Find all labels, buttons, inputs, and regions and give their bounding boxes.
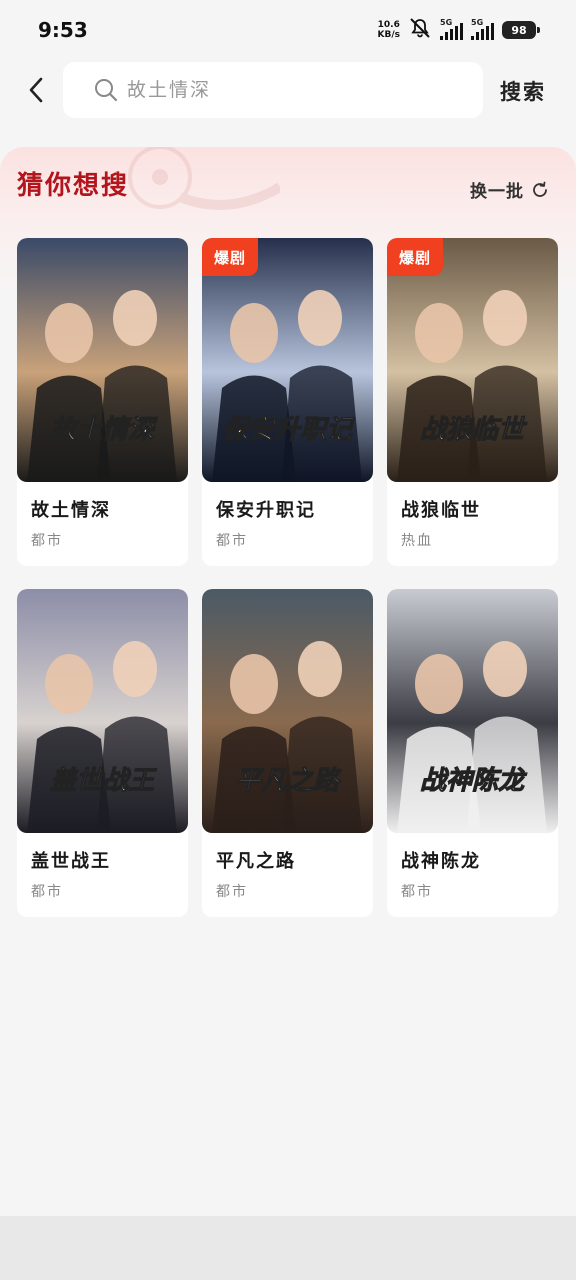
drama-poster: 平凡之路 — [202, 589, 373, 833]
drama-genre: 都市 — [31, 884, 63, 900]
poster-title-art: 战狼临世 — [420, 415, 528, 445]
network-speed: 10.6 KB/s — [378, 20, 400, 40]
drama-card[interactable]: 平凡之路 平凡之路 都市 — [202, 589, 373, 917]
search-icon — [95, 79, 118, 102]
back-button[interactable] — [20, 72, 52, 108]
status-time: 9:53 — [38, 18, 88, 42]
section-title: 猜你想搜 — [17, 171, 130, 201]
drama-title: 战神陈龙 — [401, 851, 481, 872]
poster-title-art: 战神陈龙 — [420, 766, 528, 796]
drama-genre: 热血 — [401, 533, 433, 549]
drama-title: 平凡之路 — [216, 851, 296, 872]
drama-genre: 都市 — [31, 533, 63, 549]
status-bar: 9:53 10.6 KB/s 5G 5G 98 — [0, 0, 576, 60]
poster-title-art: 盖世战王 — [50, 766, 157, 796]
search-button[interactable]: 搜索 — [500, 76, 546, 106]
sim2-label: 5G — [471, 18, 484, 27]
drama-title: 战狼临世 — [401, 500, 481, 521]
poster-artwork: 平凡之路 — [202, 589, 373, 833]
search-input[interactable] — [127, 79, 427, 101]
network-speed-unit: KB/s — [377, 30, 400, 40]
status-icons: 10.6 KB/s 5G 5G 98 — [378, 17, 540, 43]
search-header: 搜索 — [0, 62, 576, 118]
battery-level: 98 — [511, 23, 527, 37]
refresh-label: 换一批 — [470, 182, 524, 202]
refresh-icon — [533, 181, 547, 197]
poster-artwork: 战神陈龙 — [387, 589, 558, 833]
drama-genre: 都市 — [401, 884, 433, 900]
drama-genre: 都市 — [216, 884, 248, 900]
drama-card[interactable]: 战狼临世 爆剧战狼临世热血 — [387, 238, 558, 566]
drama-card[interactable]: 战神陈龙 战神陈龙 都市 — [387, 589, 558, 917]
drama-poster: 故土情深 — [17, 238, 188, 482]
drama-title: 故土情深 — [31, 500, 111, 521]
drama-card[interactable]: 保安升职记 爆剧保安升职记都市 — [202, 238, 373, 566]
network-speed-value: 10.6 — [377, 20, 400, 30]
drama-card[interactable]: 盖世战王 盖世战王 都市 — [17, 589, 188, 917]
drama-title: 盖世战王 — [31, 851, 111, 872]
poster-title-art: 保安升职记 — [222, 415, 355, 445]
poster-artwork: 盖世战王 — [17, 589, 188, 833]
drama-poster: 盖世战王 — [17, 589, 188, 833]
film-reel-decoration — [128, 147, 280, 210]
signal-sim2-icon: 5G — [471, 18, 494, 40]
drama-title: 保安升职记 — [216, 500, 316, 521]
sim1-label: 5G — [440, 18, 453, 27]
battery-icon: 98 — [502, 21, 540, 39]
refresh-batch-button[interactable]: 换一批 — [470, 177, 550, 202]
drama-card[interactable]: 故土情深 故土情深 都市 — [17, 238, 188, 566]
signal-sim1-icon: 5G — [440, 18, 463, 40]
chevron-left-icon — [29, 77, 43, 103]
hot-badge: 爆剧 — [387, 238, 443, 276]
poster-title-art: 平凡之路 — [235, 766, 342, 796]
search-box[interactable] — [63, 62, 483, 118]
bottom-bar — [0, 1216, 576, 1280]
poster-title-art: 故土情深 — [50, 415, 158, 445]
drama-genre: 都市 — [216, 533, 248, 549]
hot-badge: 爆剧 — [202, 238, 258, 276]
poster-artwork: 故土情深 — [17, 238, 188, 482]
mute-bell-icon — [408, 17, 432, 43]
drama-poster: 战神陈龙 — [387, 589, 558, 833]
